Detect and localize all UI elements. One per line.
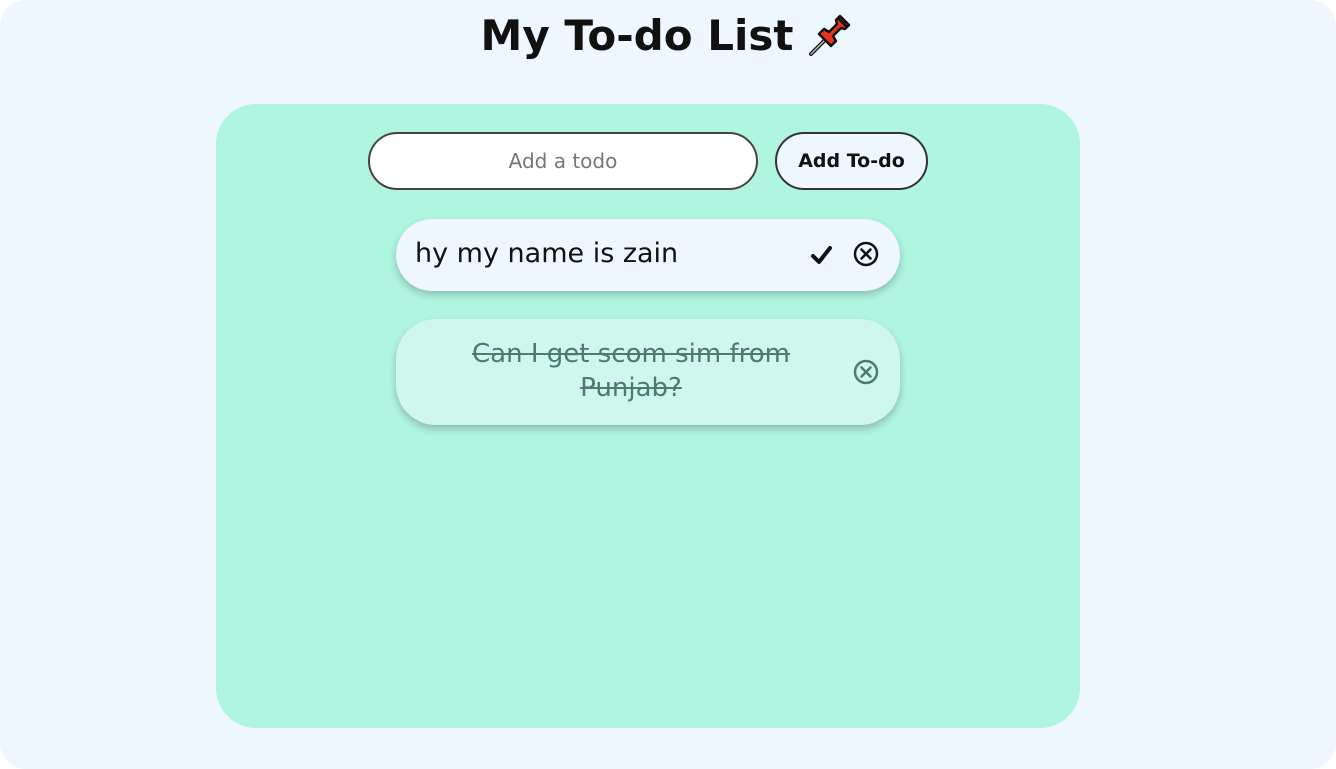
page-title-text: My To-do List (480, 11, 794, 60)
todo-panel: Add To-do hy my name is zain Can I get s… (216, 104, 1080, 728)
todo-item-text: Can I get scom sim from Punjab? (472, 339, 790, 403)
page-title: My To-do List (0, 8, 1336, 64)
todo-item: hy my name is zain (396, 219, 900, 291)
todo-item-text: hy my name is zain (415, 238, 679, 269)
todo-input[interactable] (368, 132, 758, 190)
todo-item-completed: Can I get scom sim from Punjab? (396, 319, 900, 425)
close-circle-icon[interactable] (851, 357, 881, 387)
close-circle-icon[interactable] (851, 239, 881, 269)
add-todo-button[interactable]: Add To-do (775, 132, 928, 190)
pushpin-icon (805, 10, 855, 60)
check-icon[interactable] (808, 241, 836, 269)
app-page: My To-do List Add To-do hy my name is za… (0, 0, 1336, 769)
